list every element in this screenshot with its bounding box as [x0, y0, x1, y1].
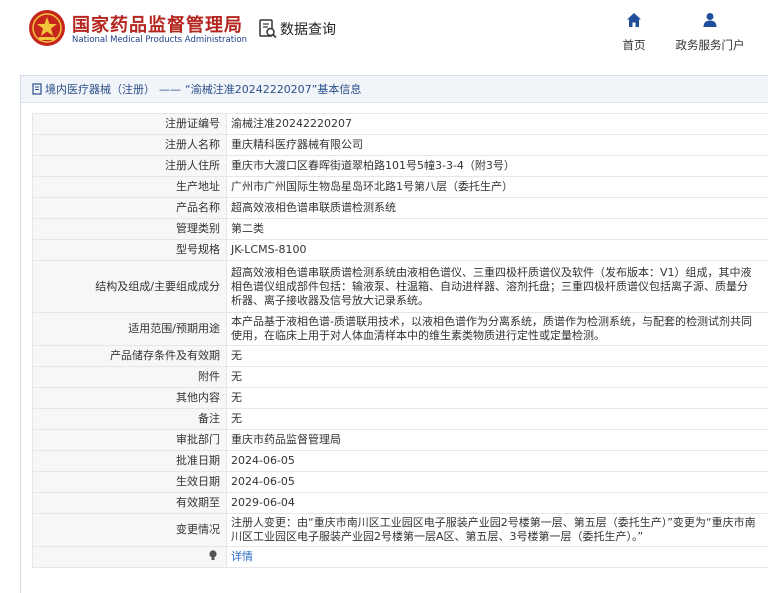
field-label: 型号规格 — [32, 239, 227, 261]
table-row: 其他内容无 — [32, 387, 768, 409]
user-icon — [703, 13, 717, 27]
field-label: 生产地址 — [32, 176, 227, 198]
table-row: 适用范围/预期用途 本产品基于液相色谱-质谱联用技术，以液相色谱作为分离系统，质谱… — [32, 312, 768, 346]
field-value: 重庆市药品监督管理局 — [226, 429, 768, 451]
field-label: 管理类别 — [32, 218, 227, 240]
field-value: 2024-06-05 — [226, 450, 768, 472]
table-row: 产品储存条件及有效期无 — [32, 345, 768, 367]
document-icon — [32, 83, 42, 95]
field-value: 无 — [226, 408, 768, 430]
document-search-icon — [259, 19, 277, 39]
home-icon — [627, 13, 641, 27]
data-query-section[interactable]: 数据查询 — [258, 18, 336, 40]
national-emblem-logo — [29, 10, 65, 46]
table-row: 注册证编号 渝械注准20242220207 — [32, 113, 768, 135]
table-row: 生产地址 广州市广州国际生物岛星岛环北路1号第八层（委托生产） — [32, 176, 768, 198]
table-row: 注册人名称 重庆精科医疗器械有限公司 — [32, 134, 768, 156]
field-value: 重庆市大渡口区春晖街道翠柏路101号5幢3-3-4（附3号） — [226, 155, 768, 177]
breadcrumb-current: “渝械注准20242220207”基本信息 — [185, 83, 362, 96]
site-title[interactable]: 国家药品监督管理局 — [72, 11, 243, 37]
field-value: 超高效液相色谱串联质谱检测系统 — [226, 197, 768, 219]
field-value: 无 — [226, 366, 768, 388]
field-label: 产品名称 — [32, 197, 227, 219]
breadcrumb-separator: —— — [159, 82, 181, 96]
info-pin-icon — [209, 550, 217, 560]
field-label: 结构及组成/主要组成成分 — [32, 260, 227, 313]
field-label: 附件 — [32, 366, 227, 388]
field-label: 其他内容 — [32, 387, 227, 409]
table-row: 有效期至 2029-06-04 — [32, 492, 768, 514]
field-label: 变更情况 — [32, 513, 227, 547]
field-value: 重庆精科医疗器械有限公司 — [226, 134, 768, 156]
breadcrumb-category[interactable]: 境内医疗器械（注册） — [45, 81, 155, 97]
field-value: 渝械注准20242220207 — [226, 113, 768, 135]
table-row: 型号规格 JK-LCMS-8100 — [32, 239, 768, 261]
table-row: 审批部门 重庆市药品监督管理局 — [32, 429, 768, 451]
table-row: 生效日期 2024-06-05 — [32, 471, 768, 493]
table-row: 批准日期 2024-06-05 — [32, 450, 768, 472]
field-value: 无 — [226, 387, 768, 409]
field-label: 生效日期 — [32, 471, 227, 493]
field-label: 适用范围/预期用途 — [32, 312, 227, 346]
field-label: 有效期至 — [32, 492, 227, 514]
field-value: 第二类 — [226, 218, 768, 240]
field-value: 2029-06-04 — [226, 492, 768, 514]
table-row: 备注无 — [32, 408, 768, 430]
field-value: 广州市广州国际生物岛星岛环北路1号第八层（委托生产） — [226, 176, 768, 198]
field-value: JK-LCMS-8100 — [226, 239, 768, 261]
breadcrumb: 境内医疗器械（注册） —— “渝械注准20242220207”基本信息 — [21, 76, 768, 103]
nav-government-services[interactable]: 政务服务门户 — [670, 12, 750, 53]
field-value: 2024-06-05 — [226, 471, 768, 493]
table-row: 附件无 — [32, 366, 768, 388]
record-panel: 境内医疗器械（注册） —— “渝械注准20242220207”基本信息 注册证编… — [20, 75, 768, 593]
table-row: 注册人住所 重庆市大渡口区春晖街道翠柏路101号5幢3-3-4（附3号） — [32, 155, 768, 177]
table-row: 产品名称 超高效液相色谱串联质谱检测系统 — [32, 197, 768, 219]
nav-services-label: 政务服务门户 — [675, 38, 745, 52]
section-label: 数据查询 — [280, 22, 336, 38]
field-label: 备注 — [32, 408, 227, 430]
details-row: 详情 — [32, 546, 768, 568]
table-row: 结构及组成/主要组成成分 超高效液相色谱串联质谱检测系统由液相色谱仪、三重四极杆质… — [32, 260, 768, 313]
nav-home-label: 首页 — [622, 38, 646, 52]
field-value: 超高效液相色谱串联质谱检测系统由液相色谱仪、三重四极杆质谱仪及软件（发布版本：V… — [226, 260, 768, 313]
field-value: 无 — [226, 345, 768, 367]
field-label: 注册人名称 — [32, 134, 227, 156]
site-subtitle: National Medical Products Administration — [72, 35, 247, 45]
table-row: 变更情况 注册人变更：由“重庆市南川区工业园区电子服装产业园2号楼第一层、第五层（… — [32, 513, 768, 547]
details-label — [32, 546, 227, 568]
field-label: 批准日期 — [32, 450, 227, 472]
field-value: 注册人变更：由“重庆市南川区工业园区电子服装产业园2号楼第一层、第五层（委托生产… — [226, 513, 768, 547]
record-table: 注册证编号 渝械注准20242220207 注册人名称 重庆精科医疗器械有限公司 注册人… — [32, 113, 768, 568]
field-label: 注册人住所 — [32, 155, 227, 177]
field-label: 产品储存条件及有效期 — [32, 345, 227, 367]
details-link[interactable]: 详情 — [226, 546, 768, 568]
field-label: 审批部门 — [32, 429, 227, 451]
field-value: 本产品基于液相色谱-质谱联用技术，以液相色谱作为分离系统，质谱作为检测系统，与配… — [226, 312, 768, 346]
nav-home[interactable]: 首页 — [618, 12, 650, 53]
field-label: 注册证编号 — [32, 113, 227, 135]
table-row: 管理类别 第二类 — [32, 218, 768, 240]
site-header: 国家药品监督管理局 National Medical Products Admi… — [0, 0, 768, 64]
